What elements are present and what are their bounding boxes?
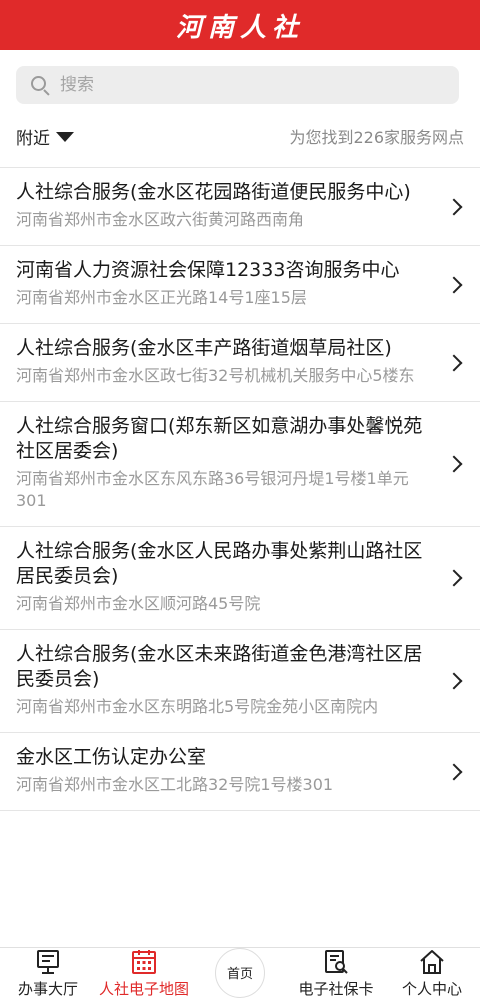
tab-personal-center[interactable]: 个人中心: [384, 948, 480, 1001]
search-icon: [30, 75, 50, 96]
item-address: 河南省郑州市金水区东明路北5号院金苑小区南院内: [16, 697, 379, 716]
caret-down-icon: [56, 132, 74, 142]
tab-label: 电子社保卡: [298, 980, 374, 998]
chevron-right-icon: [445, 455, 463, 473]
chevron-right-icon: [445, 354, 463, 371]
tab-service-hall[interactable]: 办事大厅: [0, 948, 96, 1001]
card-search-icon: [322, 948, 350, 976]
nearby-label: 附近: [16, 128, 50, 149]
service-point-list: 人社综合服务(金水区花园路街道便民服务中心) 河南省郑州市金水区政六街黄河路西南…: [0, 168, 480, 811]
nearby-dropdown[interactable]: 附近: [16, 124, 74, 149]
item-address: 河南省郑州市金水区工北路32号院1号楼301: [16, 775, 334, 794]
item-title: 金水区工伤认定办公室: [16, 746, 207, 768]
home-circle: 首页: [215, 947, 265, 998]
app-header: 河南人社: [0, 0, 480, 50]
chevron-right-icon: [445, 672, 463, 690]
tab-label: 办事大厅: [17, 980, 78, 998]
item-address: 河南省郑州市金水区顺河路45号院: [16, 594, 261, 613]
item-title: 人社综合服务(金水区花园路街道便民服务中心): [16, 181, 411, 203]
chevron-right-icon: [445, 276, 463, 293]
tab-label: 个人中心: [401, 980, 462, 998]
item-title: 人社综合服务(金水区丰产路街道烟草局社区): [16, 337, 392, 359]
chevron-right-icon: [445, 569, 463, 587]
monitor-icon: [34, 948, 62, 976]
item-address: 河南省郑州市金水区政七街32号机械机关服务中心5楼东: [16, 366, 415, 385]
list-item[interactable]: 人社综合服务窗口(郑东新区如意湖办事处馨悦苑社区居委会) 河南省郑州市金水区东风…: [0, 402, 480, 527]
item-title: 河南省人力资源社会保障12333咨询服务中心: [16, 259, 400, 281]
item-title: 人社综合服务(金水区未来路街道金色港湾社区居民委员会): [16, 643, 423, 690]
item-address: 河南省郑州市金水区东风东路36号银河丹堤1号楼1单元301: [16, 469, 409, 510]
list-item[interactable]: 河南省人力资源社会保障12333咨询服务中心 河南省郑州市金水区正光路14号1座…: [0, 246, 480, 324]
list-item[interactable]: 人社综合服务(金水区人民路办事处紫荆山路社区居民委员会) 河南省郑州市金水区顺河…: [0, 527, 480, 630]
tab-e-map[interactable]: 人社电子地图: [96, 948, 192, 1001]
search-input[interactable]: [60, 75, 420, 95]
tab-home[interactable]: 首页: [192, 947, 288, 1001]
calendar-map-icon: [130, 948, 158, 976]
item-title: 人社综合服务(金水区人民路办事处紫荆山路社区居民委员会): [16, 540, 423, 587]
list-item[interactable]: 金水区工伤认定办公室 河南省郑州市金水区工北路32号院1号楼301: [0, 733, 480, 811]
result-count: 为您找到226家服务网点: [289, 128, 464, 147]
chevron-right-icon: [445, 763, 463, 780]
bottom-tab-bar: 办事大厅 人社电子地图 首页 电子社保卡 个人中心: [0, 947, 480, 1001]
filter-row: 附近 为您找到226家服务网点: [0, 118, 480, 154]
house-icon: [418, 948, 446, 976]
list-item[interactable]: 人社综合服务(金水区未来路街道金色港湾社区居民委员会) 河南省郑州市金水区东明路…: [0, 630, 480, 733]
chevron-right-icon: [445, 198, 463, 215]
item-address: 河南省郑州市金水区政六街黄河路西南角: [16, 210, 305, 229]
list-item[interactable]: 人社综合服务(金水区花园路街道便民服务中心) 河南省郑州市金水区政六街黄河路西南…: [0, 168, 480, 246]
app-title: 河南人社: [175, 12, 304, 43]
list-item[interactable]: 人社综合服务(金水区丰产路街道烟草局社区) 河南省郑州市金水区政七街32号机械机…: [0, 324, 480, 402]
item-address: 河南省郑州市金水区正光路14号1座15层: [16, 288, 307, 307]
search-bar[interactable]: [16, 66, 459, 104]
item-title: 人社综合服务窗口(郑东新区如意湖办事处馨悦苑社区居委会): [16, 415, 423, 462]
tab-label: 人社电子地图: [98, 980, 189, 998]
tab-e-social-card[interactable]: 电子社保卡: [288, 948, 384, 1001]
home-label: 首页: [226, 967, 253, 982]
